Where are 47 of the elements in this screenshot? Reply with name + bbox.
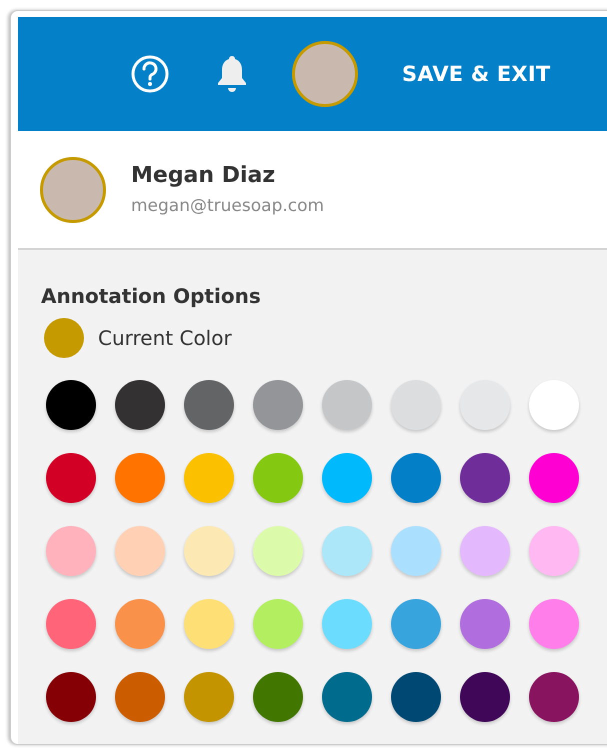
color-swatch[interactable] — [391, 453, 441, 503]
color-swatch[interactable] — [460, 453, 510, 503]
color-swatch[interactable] — [322, 599, 372, 649]
user-email: megan@truesoap.com — [131, 196, 324, 216]
color-swatch[interactable] — [184, 672, 234, 722]
user-name: Megan Diaz — [131, 163, 276, 188]
color-swatch[interactable] — [460, 672, 510, 722]
color-swatch[interactable] — [391, 599, 441, 649]
color-swatch[interactable] — [46, 672, 96, 722]
color-swatch[interactable] — [529, 672, 579, 722]
color-swatch[interactable] — [529, 526, 579, 576]
color-swatch[interactable] — [184, 526, 234, 576]
color-swatch[interactable] — [46, 599, 96, 649]
color-swatch[interactable] — [115, 672, 165, 722]
color-swatch[interactable] — [529, 599, 579, 649]
save-exit-button[interactable]: SAVE & EXIT — [402, 58, 550, 90]
color-swatch[interactable] — [115, 526, 165, 576]
color-swatch[interactable] — [46, 380, 96, 430]
color-swatch[interactable] — [322, 380, 372, 430]
color-swatch[interactable] — [253, 453, 303, 503]
color-swatch[interactable] — [253, 526, 303, 576]
color-swatch[interactable] — [391, 672, 441, 722]
color-swatch[interactable] — [391, 380, 441, 430]
color-swatch[interactable] — [391, 526, 441, 576]
section-title: Annotation Options — [41, 284, 262, 308]
color-swatch[interactable] — [322, 453, 372, 503]
color-swatch[interactable] — [184, 380, 234, 430]
color-swatch[interactable] — [322, 672, 372, 722]
color-swatch[interactable] — [460, 526, 510, 576]
color-swatch[interactable] — [184, 453, 234, 503]
color-swatch[interactable] — [184, 599, 234, 649]
color-swatch[interactable] — [46, 526, 96, 576]
color-swatch[interactable] — [115, 453, 165, 503]
color-swatch[interactable] — [253, 599, 303, 649]
color-swatch[interactable] — [115, 599, 165, 649]
color-swatch[interactable] — [46, 453, 96, 503]
color-swatch[interactable] — [253, 380, 303, 430]
color-swatch[interactable] — [529, 453, 579, 503]
color-swatch[interactable] — [322, 526, 372, 576]
current-color-label: Current Color — [98, 326, 232, 350]
color-swatch[interactable] — [460, 599, 510, 649]
color-swatch[interactable] — [460, 380, 510, 430]
help-icon[interactable] — [130, 54, 170, 94]
color-swatch[interactable] — [253, 672, 303, 722]
color-swatch[interactable] — [115, 380, 165, 430]
color-swatch[interactable] — [529, 380, 579, 430]
bell-icon[interactable] — [216, 54, 248, 94]
